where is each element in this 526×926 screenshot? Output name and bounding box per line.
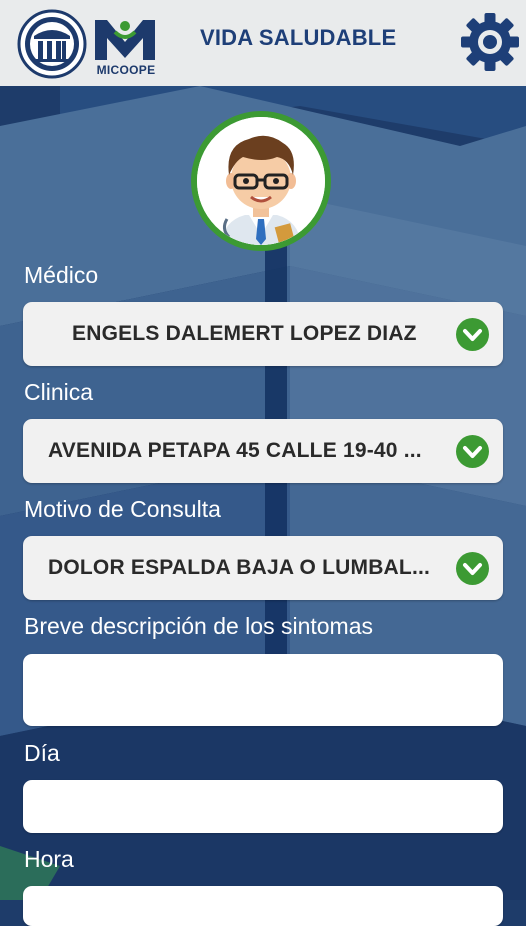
clinica-select[interactable]: AVENIDA PETAPA 45 CALLE 19-40 ... [23, 419, 503, 483]
chevron-down-icon [456, 435, 489, 468]
sintomas-label: Breve descripción de los sintomas [24, 613, 373, 639]
dia-label: Día [24, 740, 60, 766]
micoope-m-logo-icon [95, 20, 155, 60]
medico-select[interactable]: ENGELS DALEMERT LOPEZ DIAZ [23, 302, 503, 366]
doctor-avatar-icon [197, 117, 325, 245]
medico-value: ENGELS DALEMERT LOPEZ DIAZ [72, 322, 417, 345]
cooperative-logo-icon [17, 9, 87, 79]
sintomas-field[interactable] [23, 654, 503, 726]
hora-label: Hora [24, 846, 74, 872]
doctor-avatar [191, 111, 331, 251]
clinica-value: AVENIDA PETAPA 45 CALLE 19-40 ... [48, 439, 422, 462]
medico-label: Médico [24, 262, 99, 288]
gear-icon[interactable] [460, 12, 520, 72]
dia-field[interactable] [23, 780, 503, 833]
app-header: MICOOPE VIDA SALUDABLE [0, 0, 526, 86]
motivo-label: Motivo de Consulta [24, 496, 221, 522]
clinica-label: Clinica [24, 379, 94, 405]
chevron-down-icon [456, 318, 489, 351]
motivo-select[interactable]: DOLOR ESPALDA BAJA O LUMBAL... [23, 536, 503, 600]
chevron-down-icon [456, 552, 489, 585]
hora-field[interactable] [23, 886, 503, 926]
brand-text: MICOOPE [96, 63, 156, 77]
motivo-value: DOLOR ESPALDA BAJA O LUMBAL... [48, 556, 431, 579]
app-title: VIDA SALUDABLE [200, 25, 397, 50]
